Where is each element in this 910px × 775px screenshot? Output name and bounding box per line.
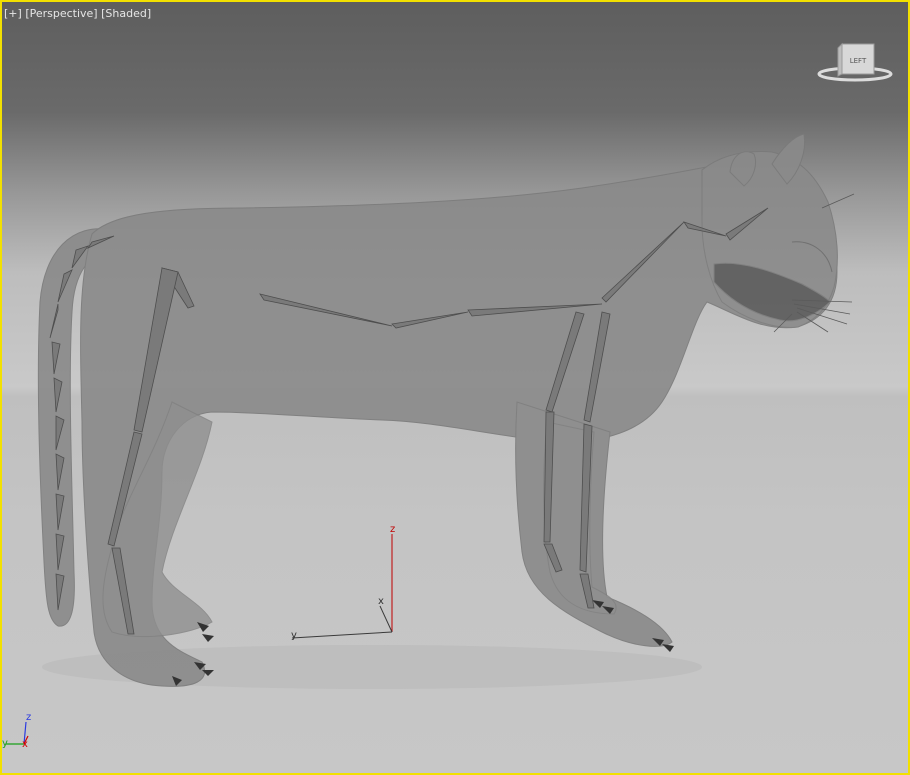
gizmo-x-axis[interactable] (379, 605, 393, 633)
gizmo-y-label: y (291, 630, 297, 641)
world-x-label: x (22, 739, 28, 750)
transform-gizmo[interactable]: z y x (291, 524, 395, 641)
scene-canvas[interactable]: z y x z y x LEFT (2, 2, 908, 773)
world-axis-tripod: z y x (2, 712, 31, 750)
viewcube-side-face[interactable] (837, 42, 843, 77)
world-z-label: z (26, 712, 31, 723)
puma-mesh[interactable] (37, 133, 838, 687)
viewcube-face-label: LEFT (850, 57, 867, 65)
gizmo-y-axis[interactable] (291, 631, 393, 639)
world-y-label: y (2, 738, 8, 749)
gizmo-z-label: z (390, 524, 395, 535)
viewcube[interactable]: LEFT (817, 42, 893, 82)
viewport-label-menu: [+] [Perspective] [Shaded] (4, 7, 151, 20)
viewport-shading-menu[interactable]: [Shaded] (101, 7, 151, 20)
perspective-viewport[interactable]: z y x z y x LEFT [+] [Perspective] [Shad… (0, 0, 910, 775)
viewport-point-of-view-menu[interactable]: [Perspective] (25, 7, 97, 20)
gizmo-x-label: x (378, 596, 384, 607)
viewport-general-menu[interactable]: [+] (4, 7, 22, 20)
